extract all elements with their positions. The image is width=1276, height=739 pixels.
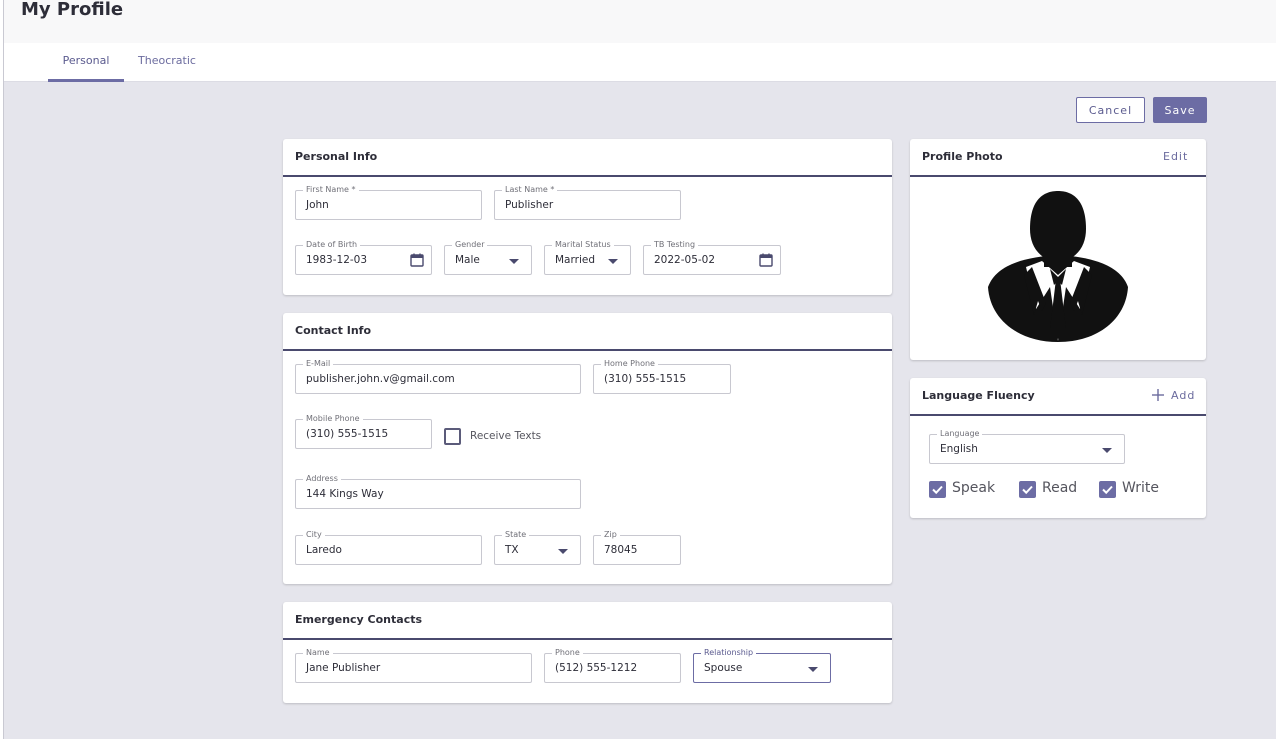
emergency-name-field[interactable]: Name Jane Publisher: [295, 648, 532, 683]
field-label: Marital Status: [552, 240, 614, 250]
profile-photo-card: Profile Photo Edit: [910, 139, 1206, 360]
card-header: Emergency Contacts: [283, 602, 892, 640]
card-header: Personal Info: [283, 139, 892, 177]
city-field[interactable]: City Laredo: [295, 530, 482, 565]
field-value: Married: [555, 254, 595, 266]
card-title: Emergency Contacts: [295, 613, 423, 626]
personal-info-card: Personal Info First Name * John Last Nam…: [283, 139, 892, 295]
emergency-contacts-card: Emergency Contacts Name Jane Publisher P…: [283, 602, 892, 703]
field-label: Name: [303, 648, 333, 658]
chevron-down-icon: [1102, 448, 1112, 453]
save-button[interactable]: Save: [1153, 97, 1207, 123]
emergency-phone-field[interactable]: Phone (512) 555-1212: [544, 648, 681, 683]
card-header: Profile Photo Edit: [910, 139, 1206, 177]
field-value: 2022-05-02: [654, 254, 716, 266]
read-checkbox[interactable]: [1019, 481, 1036, 498]
receive-texts-checkbox[interactable]: [444, 428, 461, 445]
check-icon: [1022, 485, 1033, 495]
field-value: (310) 555-1515: [306, 428, 389, 440]
edit-photo-button[interactable]: Edit: [1163, 150, 1188, 163]
field-label: State: [502, 530, 530, 540]
field-label: TB Testing: [651, 240, 699, 250]
cancel-button[interactable]: Cancel: [1076, 97, 1145, 123]
home-phone-field[interactable]: Home Phone (310) 555-1515: [593, 359, 731, 394]
field-value: English: [940, 443, 978, 455]
field-value: 144 Kings Way: [306, 488, 384, 500]
tb-testing-field[interactable]: TB Testing 2022-05-02: [643, 240, 781, 275]
write-checkbox[interactable]: [1099, 481, 1116, 498]
field-value: Laredo: [306, 544, 342, 556]
field-value: Jane Publisher: [306, 662, 381, 674]
marital-status-select[interactable]: Marital Status Married: [544, 240, 631, 275]
field-label: Home Phone: [601, 359, 658, 369]
tab-personal[interactable]: Personal: [48, 43, 124, 82]
field-value: 1983-12-03: [306, 254, 368, 266]
add-language-button[interactable]: Add: [1171, 389, 1195, 402]
receive-texts-label: Receive Texts: [470, 430, 542, 442]
contact-info-card: Contact Info E-Mail publisher.john.v@gma…: [283, 313, 892, 584]
card-header: Language Fluency Add: [910, 378, 1206, 416]
main-content: Cancel Save Personal Info First Name * J…: [4, 82, 1276, 739]
field-label: City: [303, 530, 325, 540]
field-value: 78045: [604, 544, 638, 556]
tab-theocratic[interactable]: Theocratic: [129, 43, 205, 82]
write-label: Write: [1122, 480, 1159, 496]
chevron-down-icon: [558, 549, 568, 554]
field-value: (310) 555-1515: [604, 373, 687, 385]
card-title: Language Fluency: [922, 389, 1035, 402]
field-value: publisher.john.v@gmail.com: [306, 373, 455, 385]
field-label: Mobile Phone: [303, 414, 363, 424]
field-label: Phone: [552, 648, 583, 658]
mobile-phone-field[interactable]: Mobile Phone (310) 555-1515: [295, 414, 432, 449]
calendar-icon[interactable]: [410, 253, 424, 267]
page-title: My Profile: [21, 0, 124, 20]
chevron-down-icon: [608, 259, 618, 264]
check-icon: [932, 485, 943, 495]
address-field[interactable]: Address 144 Kings Way: [295, 474, 581, 509]
field-value: Male: [455, 254, 480, 266]
field-label: Gender: [452, 240, 488, 250]
field-label: Language: [937, 429, 983, 439]
field-label: First Name *: [303, 185, 359, 195]
field-label: Last Name *: [502, 185, 558, 195]
calendar-icon[interactable]: [759, 253, 773, 267]
state-select[interactable]: State TX: [494, 530, 581, 565]
read-label: Read: [1042, 480, 1078, 496]
zip-field[interactable]: Zip 78045: [593, 530, 681, 565]
chevron-down-icon: [808, 667, 818, 672]
relationship-select[interactable]: Relationship Spouse: [693, 648, 831, 683]
field-label: Zip: [601, 530, 620, 540]
page-header: My Profile: [4, 0, 1276, 43]
field-label: Address: [303, 474, 341, 484]
speak-checkbox[interactable]: [929, 481, 946, 498]
field-value: Publisher: [505, 199, 554, 211]
card-title: Contact Info: [295, 324, 372, 337]
gender-select[interactable]: Gender Male: [444, 240, 532, 275]
field-label: E-Mail: [303, 359, 334, 369]
chevron-down-icon: [509, 259, 519, 264]
field-label: Relationship: [701, 648, 757, 658]
plus-icon[interactable]: [1152, 389, 1164, 401]
field-value: (512) 555-1212: [555, 662, 638, 674]
language-fluency-card: Language Fluency Add Language English Sp…: [910, 378, 1206, 518]
field-value: TX: [505, 544, 519, 556]
speak-label: Speak: [952, 480, 996, 496]
card-title: Profile Photo: [922, 150, 1003, 163]
card-title: Personal Info: [295, 150, 378, 163]
date-of-birth-field[interactable]: Date of Birth 1983-12-03: [295, 240, 432, 275]
tab-bar: Personal Theocratic: [4, 43, 1276, 82]
check-icon: [1102, 485, 1113, 495]
avatar: [988, 191, 1128, 342]
email-field[interactable]: E-Mail publisher.john.v@gmail.com: [295, 359, 581, 394]
field-label: Date of Birth: [303, 240, 361, 250]
last-name-field[interactable]: Last Name * Publisher: [494, 185, 681, 220]
language-select[interactable]: Language English: [929, 429, 1125, 464]
field-value: John: [306, 199, 329, 211]
card-header: Contact Info: [283, 313, 892, 351]
field-value: Spouse: [704, 662, 743, 674]
first-name-field[interactable]: First Name * John: [295, 185, 482, 220]
